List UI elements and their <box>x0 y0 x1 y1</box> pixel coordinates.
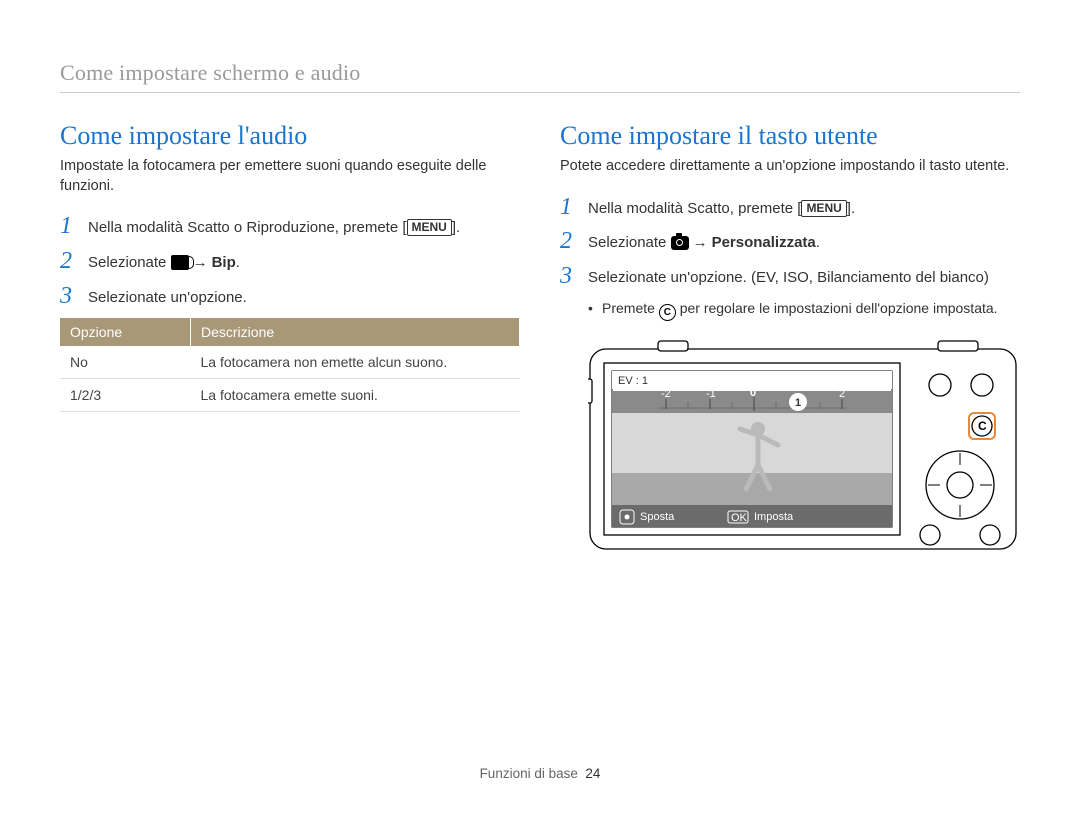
right-column: Come impostare il tasto utente Potete ac… <box>560 121 1020 556</box>
step-text: Selezionate un'opzione. <box>88 289 247 306</box>
step-number: 2 <box>560 229 588 253</box>
sub-bullet: • Premete C per regolare le impostazioni… <box>588 299 1020 322</box>
bullet-icon: • <box>588 299 602 322</box>
table-cell: La fotocamera non emette alcun suono. <box>191 346 520 379</box>
svg-text:1: 1 <box>795 397 801 409</box>
step-number: 3 <box>60 284 88 308</box>
step-text: . <box>816 234 820 251</box>
step-3-left: 3 Selezionate un'opzione. <box>60 284 520 309</box>
footer-section: Funzioni di base <box>480 766 578 781</box>
intro-audio: Impostate la fotocamera per emettere suo… <box>60 157 520 196</box>
step-number: 1 <box>60 214 88 238</box>
page-footer: Funzioni di base 24 <box>0 766 1080 781</box>
options-table: Opzione Descrizione No La fotocamera non… <box>60 318 520 412</box>
table-cell: La fotocamera emette suoni. <box>191 379 520 412</box>
step-number: 2 <box>60 249 88 273</box>
step-number: 3 <box>560 264 588 288</box>
step-3-right: 3 Selezionate un'opzione. (EV, ISO, Bila… <box>560 264 1020 289</box>
camera-illustration: EV : 1 -2 -1 0 1 <box>588 339 1018 551</box>
table-cell: 1/2/3 <box>60 379 191 412</box>
step-2-right: 2 Selezionate →Personalizzata. <box>560 229 1020 254</box>
step-1-right: 1 Nella modalità Scatto, premete [MENU]. <box>560 195 1020 220</box>
step-text: Selezionate <box>88 254 171 271</box>
step-2-left: 2 Selezionate →Bip. <box>60 249 520 274</box>
c-button-label: C <box>978 419 987 433</box>
step-text: Nella modalità Scatto, premete [ <box>588 200 801 217</box>
step-bold: Personalizzata <box>712 234 816 251</box>
heading-audio: Come impostare l'audio <box>60 121 520 151</box>
sound-icon <box>171 255 189 270</box>
svg-text:OK: OK <box>731 512 748 524</box>
table-header: Opzione <box>60 318 191 346</box>
bullet-text: Premete <box>602 300 659 316</box>
svg-text:0: 0 <box>750 387 756 399</box>
camera-icon <box>671 236 689 250</box>
step-text: ]. <box>847 200 855 217</box>
left-column: Come impostare l'audio Impostate la foto… <box>60 121 520 556</box>
ok-icon: OK <box>728 511 748 524</box>
table-row: 1/2/3 La fotocamera emette suoni. <box>60 379 520 412</box>
step-text: Selezionate un'opzione. (EV, ISO, Bilanc… <box>588 269 989 286</box>
imposta-label: Imposta <box>754 511 794 523</box>
step-bold: Bip <box>212 254 236 271</box>
svg-text:-2: -2 <box>661 388 671 400</box>
step-text: ]. <box>452 219 460 236</box>
table-cell: No <box>60 346 191 379</box>
intro-userbtn: Potete accedere direttamente a un'opzion… <box>560 157 1020 177</box>
step-number: 1 <box>560 195 588 219</box>
svg-text:-1: -1 <box>706 388 716 400</box>
step-text: Selezionate <box>588 234 671 251</box>
page-number: 24 <box>585 766 600 781</box>
step-text: . <box>236 254 240 271</box>
bullet-text: per regolare le impostazioni dell'opzion… <box>676 300 998 316</box>
menu-icon: MENU <box>407 219 452 236</box>
c-button-inline-icon: C <box>659 304 676 321</box>
heading-userbtn: Come impostare il tasto utente <box>560 121 1020 151</box>
menu-icon: MENU <box>801 200 846 217</box>
ev-label: EV : 1 <box>618 375 648 387</box>
step-1-left: 1 Nella modalità Scatto o Riproduzione, … <box>60 214 520 239</box>
arrow-icon: → <box>689 234 712 251</box>
sposta-label: Sposta <box>640 511 675 523</box>
step-text: Nella modalità Scatto o Riproduzione, pr… <box>88 219 407 236</box>
running-title: Come impostare schermo e audio <box>60 60 1020 93</box>
table-header: Descrizione <box>191 318 520 346</box>
svg-text:2: 2 <box>839 388 845 400</box>
table-row: No La fotocamera non emette alcun suono. <box>60 346 520 379</box>
